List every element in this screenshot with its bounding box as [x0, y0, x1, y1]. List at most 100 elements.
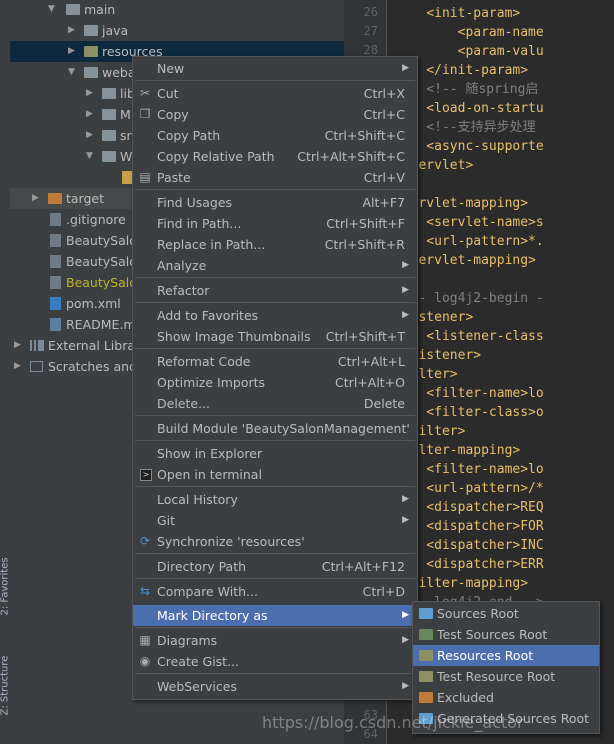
menu-separator [135, 486, 415, 487]
watermark: https://blog.csdn.net/jickie_actor [262, 713, 524, 732]
line-number: 28 [363, 43, 378, 57]
chevron-down-icon[interactable]: ▼ [86, 146, 96, 167]
menu-separator [135, 673, 415, 674]
tree-label: target [66, 191, 105, 206]
tree-label: main [84, 2, 116, 17]
structure-tab[interactable]: Z: Structure [0, 656, 11, 716]
submenu-item-test-resource-root[interactable]: Test Resource Root [413, 666, 599, 687]
file-icon [50, 213, 61, 226]
chevron-right-icon[interactable]: ▶ [14, 356, 24, 377]
tree-row[interactable]: ▶ java [10, 20, 344, 41]
submenu-item-test-sources-root[interactable]: Test Sources Root [413, 624, 599, 645]
menu-item-paste[interactable]: ▤ Paste Ctrl+V [133, 167, 417, 188]
chevron-right-icon[interactable]: ▶ [32, 188, 42, 209]
chevron-right-icon[interactable]: ▶ [86, 104, 96, 125]
tree-label: External Librar [48, 338, 141, 353]
submenu-arrow-icon: ▶ [402, 635, 409, 645]
menu-item-optimize-imports[interactable]: Optimize Imports Ctrl+Alt+O [133, 372, 417, 393]
tree-row[interactable]: ▼ main [10, 0, 344, 20]
code-line: <param-name [395, 25, 544, 40]
chevron-right-icon[interactable]: ▶ [68, 20, 78, 41]
folder-icon [84, 25, 98, 36]
library-icon [30, 340, 44, 351]
line-number: 26 [363, 5, 378, 19]
menu-item-new[interactable]: New ▶ [133, 58, 417, 79]
chevron-down-icon[interactable]: ▼ [48, 0, 58, 20]
favorites-tab[interactable]: 2: Favorites [0, 557, 11, 615]
menu-item-show-in-explorer[interactable]: Show in Explorer [133, 443, 417, 464]
menu-item-reformat-code[interactable]: Reformat Code Ctrl+Alt+L [133, 351, 417, 372]
folder-icon [419, 671, 433, 682]
menu-item-copy-relative-path[interactable]: Copy Relative Path Ctrl+Alt+Shift+C [133, 146, 417, 167]
submenu-arrow-icon: ▶ [402, 285, 409, 295]
chevron-right-icon[interactable]: ▶ [86, 125, 96, 146]
menu-separator [135, 277, 415, 278]
file-icon [50, 255, 61, 268]
scratches-icon [30, 361, 43, 372]
menu-item-synchronize[interactable]: ⟳ Synchronize 'resources' [133, 531, 417, 552]
copy-icon: ❐ [139, 107, 151, 121]
maven-file-icon [50, 297, 61, 310]
menu-separator [135, 627, 415, 628]
submenu-arrow-icon: ▶ [402, 610, 409, 620]
menu-item-replace-in-path[interactable]: Replace in Path... Ctrl+Shift+R [133, 234, 417, 255]
menu-item-mark-directory-as[interactable]: Mark Directory as ▶ [133, 605, 417, 626]
menu-separator [135, 415, 415, 416]
menu-item-copy-path[interactable]: Copy Path Ctrl+Shift+C [133, 125, 417, 146]
tree-label: weba [102, 65, 136, 80]
menu-item-local-history[interactable]: Local History ▶ [133, 489, 417, 510]
chevron-down-icon[interactable]: ▼ [68, 62, 78, 83]
menu-item-diagrams[interactable]: ▦ Diagrams ▶ [133, 630, 417, 651]
folder-icon [102, 151, 116, 162]
folder-icon [66, 4, 80, 15]
submenu-arrow-icon: ▶ [402, 494, 409, 504]
menu-item-find-usages[interactable]: Find Usages Alt+F7 [133, 192, 417, 213]
chevron-right-icon[interactable]: ▶ [68, 41, 78, 62]
tree-label: .gitignore [66, 212, 126, 227]
folder-icon [419, 692, 433, 703]
submenu-arrow-icon: ▶ [402, 681, 409, 691]
diagram-icon: ▦ [139, 633, 151, 647]
terminal-icon: > [140, 469, 152, 481]
submenu-arrow-icon: ▶ [402, 260, 409, 270]
scissors-icon: ✂ [139, 86, 151, 100]
menu-item-add-to-favorites[interactable]: Add to Favorites ▶ [133, 305, 417, 326]
submenu-item-sources-root[interactable]: Sources Root [413, 603, 599, 624]
sync-icon: ⟳ [139, 534, 151, 548]
menu-item-webservices[interactable]: WebServices ▶ [133, 676, 417, 697]
tree-label: Scratches and [48, 359, 137, 374]
menu-item-directory-path[interactable]: Directory Path Ctrl+Alt+F12 [133, 556, 417, 577]
menu-item-delete[interactable]: Delete... Delete [133, 393, 417, 414]
menu-item-analyze[interactable]: Analyze ▶ [133, 255, 417, 276]
submenu-item-excluded[interactable]: Excluded [413, 687, 599, 708]
folder-icon [419, 629, 433, 640]
menu-item-git[interactable]: Git ▶ [133, 510, 417, 531]
menu-item-create-gist[interactable]: ◉ Create Gist... [133, 651, 417, 672]
menu-item-build-module[interactable]: Build Module 'BeautySalonManagement' [133, 418, 417, 439]
menu-separator [135, 348, 415, 349]
submenu-item-resources-root[interactable]: Resources Root [413, 645, 599, 666]
menu-separator [135, 553, 415, 554]
tree-label: M [120, 107, 131, 122]
menu-item-find-in-path[interactable]: Find in Path... Ctrl+Shift+F [133, 213, 417, 234]
compare-icon: ⇆ [139, 584, 151, 598]
submenu-arrow-icon: ▶ [402, 63, 409, 73]
folder-icon [102, 109, 116, 120]
menu-item-open-in-terminal[interactable]: > Open in terminal [133, 464, 417, 485]
submenu-arrow-icon: ▶ [402, 515, 409, 525]
github-icon: ◉ [139, 654, 151, 668]
menu-item-refactor[interactable]: Refactor ▶ [133, 280, 417, 301]
menu-separator [135, 302, 415, 303]
chevron-right-icon[interactable]: ▶ [14, 335, 24, 356]
menu-item-cut[interactable]: ✂ Cut Ctrl+X [133, 83, 417, 104]
menu-item-copy[interactable]: ❐ Copy Ctrl+C [133, 104, 417, 125]
menu-separator [135, 80, 415, 81]
menu-item-compare-with[interactable]: ⇆ Compare With... Ctrl+D [133, 581, 417, 602]
folder-icon [48, 193, 62, 204]
menu-item-show-image-thumbnails[interactable]: Show Image Thumbnails Ctrl+Shift+T [133, 326, 417, 347]
chevron-right-icon[interactable]: ▶ [86, 83, 96, 104]
tree-label: sr [120, 128, 132, 143]
line-number: 27 [363, 24, 378, 38]
markdown-file-icon [50, 318, 61, 331]
paste-icon: ▤ [139, 170, 151, 184]
